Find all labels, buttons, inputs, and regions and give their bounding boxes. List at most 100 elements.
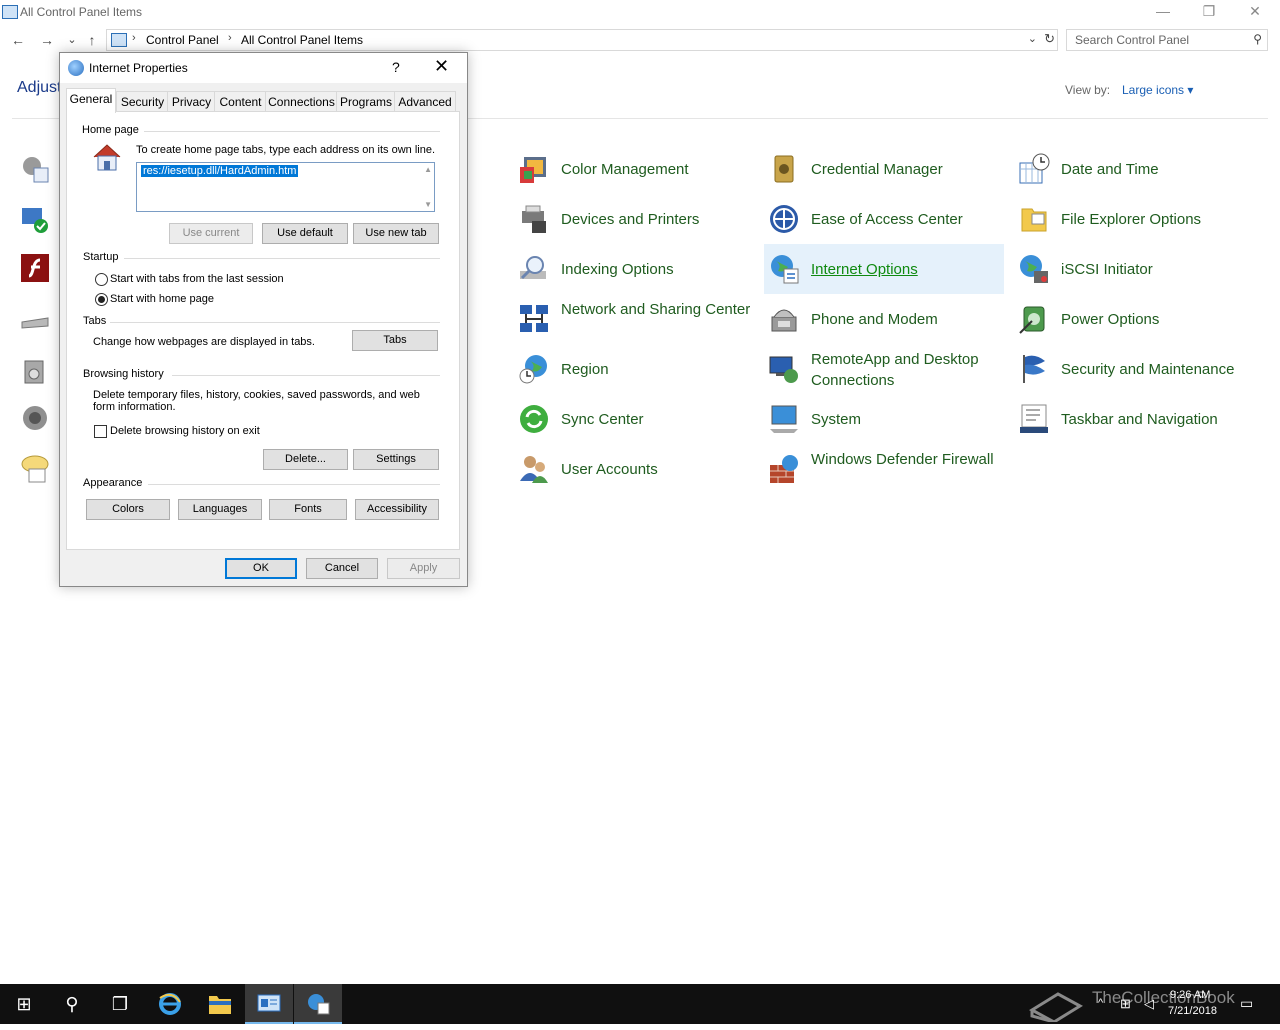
cp-item-label: iSCSI Initiator [1061, 261, 1153, 278]
clock-time[interactable]: 9:26 AM [1170, 989, 1210, 1001]
home-page-url-textarea[interactable]: res://iesetup.dll/HardAdmin.htm ▲ ▼ [136, 162, 435, 212]
address-bar[interactable]: › Control Panel › All Control Panel Item… [106, 29, 1058, 51]
tab-advanced[interactable]: Advanced [394, 91, 456, 112]
cp-item-label: Ease of Access Center [811, 211, 963, 228]
view-by-dropdown[interactable]: Large icons ▾ [1122, 83, 1193, 97]
taskbar-search-icon[interactable]: ⚲ [48, 984, 96, 1024]
cp-item-user-accounts[interactable]: User Accounts [514, 444, 754, 494]
file-explorer-icon[interactable] [196, 984, 244, 1024]
tab-connections[interactable]: Connections [265, 91, 338, 112]
cp-item-network-sharing[interactable]: Network and Sharing Center [514, 294, 754, 344]
restore-button[interactable]: ❐ [1186, 0, 1232, 24]
scroll-up-icon[interactable]: ▲ [424, 165, 432, 174]
refresh-icon[interactable]: ↻ [1044, 31, 1055, 47]
cp-item-label: Color Management [561, 161, 689, 178]
clock-date[interactable]: 7/21/2018 [1168, 1005, 1217, 1017]
tab-content[interactable]: Content [214, 91, 267, 112]
search-icon[interactable]: ⚲ [1253, 32, 1262, 46]
cp-item-ease-of-access[interactable]: Ease of Access Center [764, 194, 1004, 244]
file-explorer-options-icon [1021, 208, 1047, 232]
cp-item-credential-manager[interactable]: Credential Manager [764, 144, 1004, 194]
use-new-tab-button[interactable]: Use new tab [353, 223, 439, 244]
tab-general[interactable]: General [66, 88, 116, 113]
group-divider [110, 322, 440, 323]
task-view-icon[interactable]: ❐ [96, 984, 144, 1024]
keyboard-icon[interactable] [20, 308, 50, 338]
cp-item-phone-modem[interactable]: Phone and Modem [764, 294, 1004, 344]
window-titlebar: All Control Panel Items — ❐ ✕ [0, 0, 1280, 24]
cp-item-date-time[interactable]: Date and Time [1014, 144, 1254, 194]
use-current-button[interactable]: Use current [169, 223, 253, 244]
cp-item-region[interactable]: Region [514, 344, 754, 394]
cp-item-system[interactable]: System [764, 394, 1004, 444]
credential-manager-icon [774, 155, 794, 183]
cp-item-label: Power Options [1061, 311, 1160, 328]
cp-item-remoteapp[interactable]: RemoteApp and Desktop Connections [764, 344, 1004, 394]
sync-center-icon [520, 405, 548, 433]
scroll-down-icon[interactable]: ▼ [424, 200, 432, 209]
delete-history-on-exit-label[interactable]: Delete browsing history on exit [110, 425, 260, 437]
home-page-instructions: To create home page tabs, type each addr… [136, 144, 436, 156]
sound-icon[interactable] [20, 403, 50, 433]
cp-item-file-explorer-options[interactable]: File Explorer Options [1014, 194, 1254, 244]
start-button[interactable]: ⊞ [0, 984, 48, 1024]
tab-privacy[interactable]: Privacy [167, 91, 216, 112]
address-dropdown-icon[interactable]: ⌄ [1028, 32, 1037, 45]
admin-tools-icon[interactable] [20, 154, 50, 184]
tray-overflow-icon[interactable]: ^ [1098, 997, 1103, 1009]
tab-programs[interactable]: Programs [336, 91, 396, 112]
cp-item-devices-printers[interactable]: Devices and Printers [514, 194, 754, 244]
cp-item-iscsi-initiator[interactable]: iSCSI Initiator [1014, 244, 1254, 294]
speech-icon[interactable] [20, 453, 50, 483]
cp-item-power-options[interactable]: Power Options [1014, 294, 1254, 344]
up-arrow-icon[interactable]: ↑ [84, 32, 100, 48]
ease-of-access-icon [770, 205, 798, 233]
startup-last-session-radio[interactable] [95, 273, 108, 286]
cp-item-security-maintenance[interactable]: Security and Maintenance [1014, 344, 1254, 394]
forward-arrow-icon[interactable]: → [39, 32, 55, 48]
cp-item-internet-options[interactable]: Internet Options [764, 244, 1004, 294]
help-button[interactable]: ? [392, 59, 400, 75]
tabs-settings-button[interactable]: Tabs [352, 330, 438, 351]
cancel-button[interactable]: Cancel [306, 558, 378, 579]
flash-player-icon[interactable] [20, 253, 50, 283]
recent-locations-icon[interactable]: ⌄ [64, 32, 80, 48]
history-settings-button[interactable]: Settings [353, 449, 439, 470]
browsing-history-group-label: Browsing history [83, 368, 164, 380]
network-icon[interactable]: ⊞ [1120, 996, 1131, 1012]
cp-item-taskbar-navigation[interactable]: Taskbar and Navigation [1014, 394, 1254, 444]
startup-home-page-label[interactable]: Start with home page [110, 293, 214, 305]
close-button[interactable]: ✕ [1232, 0, 1278, 24]
dialog-close-button[interactable]: ✕ [434, 56, 449, 77]
breadcrumb-all-items[interactable]: All Control Panel Items [241, 33, 363, 47]
cp-item-sync-center[interactable]: Sync Center [514, 394, 754, 444]
volume-icon[interactable]: ◁ [1144, 996, 1154, 1012]
ok-button[interactable]: OK [225, 558, 297, 579]
tab-security[interactable]: Security [116, 91, 169, 112]
languages-button[interactable]: Languages [178, 499, 262, 520]
control-panel-taskbar-icon[interactable] [245, 984, 293, 1024]
programs-icon[interactable] [20, 355, 50, 385]
internet-explorer-icon[interactable] [146, 984, 194, 1024]
cp-item-color-management[interactable]: Color Management [514, 144, 754, 194]
cp-item-indexing-options[interactable]: Indexing Options [514, 244, 754, 294]
use-default-button[interactable]: Use default [262, 223, 348, 244]
minimize-button[interactable]: — [1140, 0, 1186, 24]
cp-item-label: User Accounts [561, 461, 658, 478]
colors-button[interactable]: Colors [86, 499, 170, 520]
notifications-icon[interactable]: ▭ [1240, 995, 1253, 1012]
delete-history-on-exit-checkbox[interactable] [94, 425, 107, 438]
startup-last-session-label[interactable]: Start with tabs from the last session [110, 273, 284, 285]
accessibility-button[interactable]: Accessibility [355, 499, 439, 520]
dialog-titlebar: Internet Properties ? ✕ [60, 53, 467, 83]
back-arrow-icon[interactable]: ← [10, 32, 26, 48]
internet-properties-taskbar-icon[interactable] [294, 984, 342, 1024]
apply-button[interactable]: Apply [387, 558, 460, 579]
fonts-button[interactable]: Fonts [269, 499, 347, 520]
backup-restore-icon[interactable] [20, 205, 50, 235]
breadcrumb-control-panel[interactable]: Control Panel [146, 33, 219, 47]
delete-history-button[interactable]: Delete... [263, 449, 348, 470]
startup-home-page-radio[interactable] [95, 293, 108, 306]
search-input[interactable]: Search Control Panel ⚲ [1066, 29, 1268, 51]
cp-item-firewall[interactable]: Windows Defender Firewall [764, 444, 1004, 494]
